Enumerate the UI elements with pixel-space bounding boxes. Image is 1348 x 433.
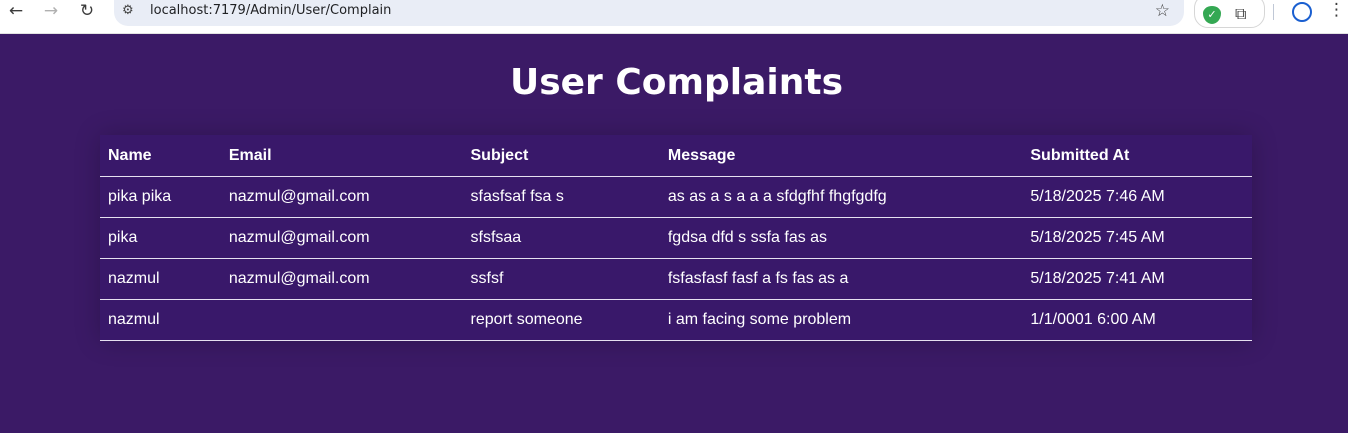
browser-menu-icon[interactable]: ⋮ — [1328, 0, 1345, 20]
header-subject: Subject — [462, 135, 660, 177]
profile-icon[interactable] — [1292, 2, 1312, 22]
page-title: User Complaints — [509, 62, 844, 103]
cell-subject: report someone — [462, 299, 660, 341]
cell-name: pika — [100, 217, 221, 259]
cell-message: as as a s a a a sfdgfhf fhgfgdfg — [659, 176, 1023, 218]
cell-email: nazmul@gmail.com — [220, 258, 463, 300]
cell-email: nazmul@gmail.com — [220, 176, 463, 218]
toolbar-divider — [1273, 4, 1274, 20]
forward-icon[interactable]: → — [37, 0, 65, 22]
site-info-icon[interactable]: ⚙ — [122, 3, 134, 18]
header-message: Message — [659, 135, 1023, 177]
reload-icon[interactable]: ↻ — [73, 0, 101, 22]
header-email: Email — [220, 135, 463, 177]
cell-name: nazmul — [100, 258, 221, 300]
cell-email: nazmul@gmail.com — [220, 217, 463, 259]
header-name: Name — [100, 135, 221, 177]
table-row: nazmul nazmul@gmail.com ssfsf fsfasfasf … — [100, 258, 1252, 300]
table-header-row: Name Email Subject Message Submitted At — [100, 135, 1252, 177]
cell-message: fgdsa dfd s ssfa fas as — [659, 217, 1023, 259]
complaints-table-container: Name Email Subject Message Submitted At … — [100, 135, 1252, 341]
cell-submitted-at: 5/18/2025 7:46 AM — [1022, 176, 1252, 218]
complaints-table: Name Email Subject Message Submitted At … — [100, 135, 1252, 341]
extensions-puzzle-icon[interactable]: ⧉ — [1235, 4, 1246, 24]
shield-extension-icon[interactable]: ✓ — [1203, 6, 1221, 24]
address-bar-url[interactable]: localhost:7179/Admin/User/Complain — [150, 3, 391, 18]
table-row: nazmul report someone i am facing some p… — [100, 299, 1252, 341]
cell-email — [220, 299, 463, 341]
address-bar[interactable]: ⚙ localhost:7179/Admin/User/Complain ☆ — [114, 0, 1184, 26]
cell-message: i am facing some problem — [659, 299, 1023, 341]
cell-submitted-at: 1/1/0001 6:00 AM — [1022, 299, 1252, 341]
table-row: pika pika nazmul@gmail.com sfasfsaf fsa … — [100, 176, 1252, 218]
back-icon[interactable]: ← — [2, 0, 30, 22]
extensions-group: ✓ ⧉ — [1194, 0, 1265, 28]
cell-subject: sfsfsaa — [462, 217, 660, 259]
cell-subject: ssfsf — [462, 258, 660, 300]
browser-toolbar: ← → ↻ ⚙ localhost:7179/Admin/User/Compla… — [0, 0, 1348, 34]
cell-submitted-at: 5/18/2025 7:45 AM — [1022, 217, 1252, 259]
table-row: pika nazmul@gmail.com sfsfsaa fgdsa dfd … — [100, 217, 1252, 259]
cell-name: nazmul — [100, 299, 221, 341]
cell-name: pika pika — [100, 176, 221, 218]
cell-submitted-at: 5/18/2025 7:41 AM — [1022, 258, 1252, 300]
header-submitted-at: Submitted At — [1022, 135, 1252, 177]
cell-subject: sfasfsaf fsa s — [462, 176, 660, 218]
bookmark-star-icon[interactable]: ☆ — [1155, 1, 1170, 21]
cell-message: fsfasfasf fasf a fs fas as a — [659, 258, 1023, 300]
